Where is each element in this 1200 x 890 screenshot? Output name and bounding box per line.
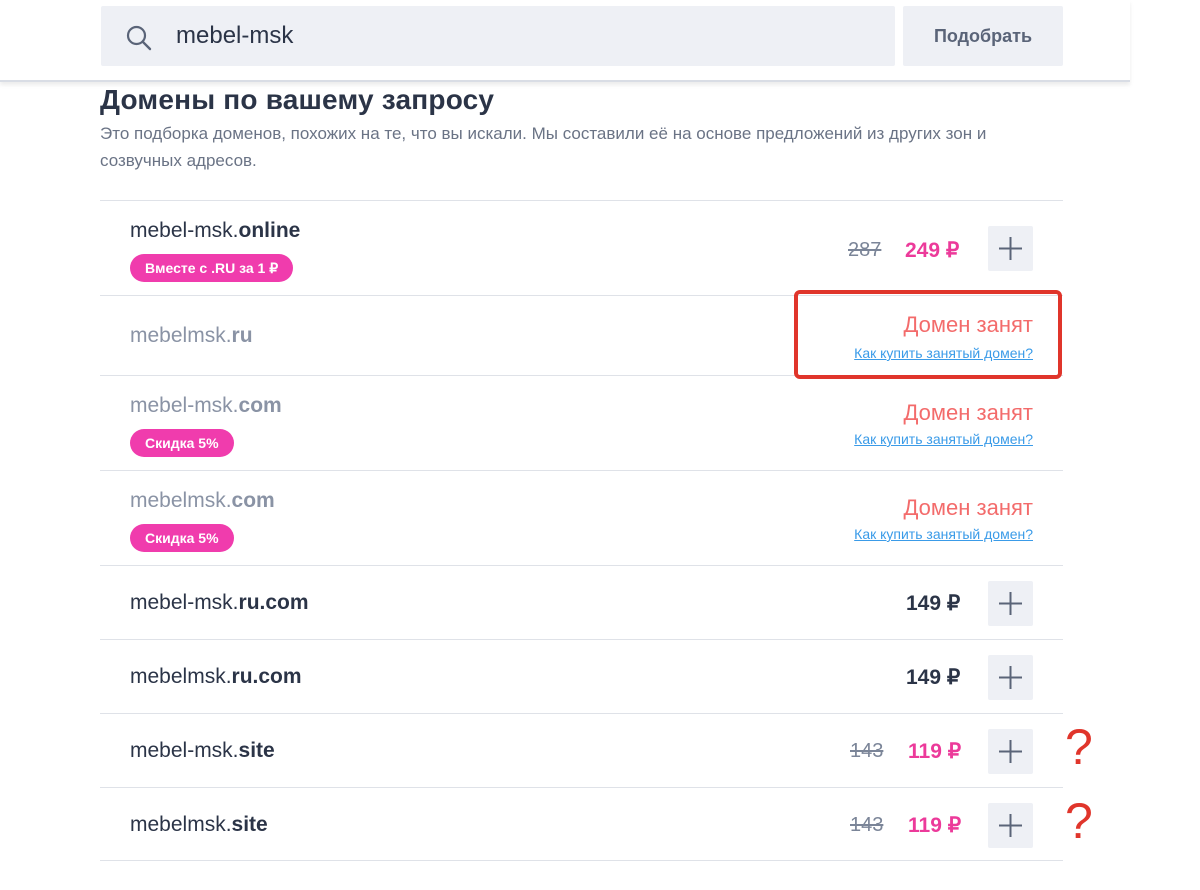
add-to-cart-button[interactable] <box>988 655 1033 700</box>
discount-badge: Скидка 5% <box>130 524 234 552</box>
old-price: 143 <box>850 814 884 836</box>
domain-row: mebel-msk.online Вместе с .RU за 1 ₽ 287… <box>100 200 1063 295</box>
old-price: 143 <box>850 740 884 762</box>
price: 249 ₽ <box>905 239 960 262</box>
domain-name: mebel-msk.ru.com <box>130 591 309 614</box>
add-to-cart-button[interactable] <box>988 226 1033 271</box>
domain-row: mebel-msk.site 143 119 ₽ <box>100 713 1063 787</box>
domain-row: mebelmsk.ru.com 149 ₽ <box>100 639 1063 713</box>
question-mark-annotation: ? <box>1065 793 1093 849</box>
pick-button[interactable]: Подобрать <box>903 6 1063 66</box>
plus-icon <box>999 740 1022 763</box>
price: 119 ₽ <box>908 814 962 837</box>
plus-icon <box>999 592 1022 615</box>
domain-name: mebel-msk.site <box>130 739 275 762</box>
domain-name: mebelmsk.com <box>130 489 275 512</box>
search-input[interactable] <box>176 6 876 66</box>
how-to-buy-link[interactable]: Как купить занятый домен? <box>854 526 1033 542</box>
highlight-box <box>794 290 1062 379</box>
domain-row: mebelmsk.com Скидка 5% Домен занят Как к… <box>100 470 1063 565</box>
domain-row: mebelmsk.site 143 119 ₽ <box>100 787 1063 861</box>
domain-name: mebelmsk.site <box>130 813 268 836</box>
search-box[interactable] <box>101 6 895 66</box>
domain-taken-label: Домен занят <box>903 400 1033 425</box>
domain-name: mebelmsk.ru.com <box>130 665 302 688</box>
domain-row: mebel-msk.ru.com 149 ₽ <box>100 565 1063 639</box>
plus-icon <box>999 814 1022 837</box>
search-bar: Подобрать <box>0 0 1130 82</box>
domain-name: mebel-msk.online <box>130 219 301 242</box>
domain-name: mebelmsk.ru <box>130 324 253 347</box>
search-icon <box>126 25 152 51</box>
price: 119 ₽ <box>908 740 962 763</box>
page-subtitle: Это подборка доменов, похожих на те, что… <box>100 124 987 170</box>
price: 149 ₽ <box>906 592 961 615</box>
domain-taken-label: Домен занят <box>903 495 1033 520</box>
how-to-buy-link[interactable]: Как купить занятый домен? <box>854 431 1033 447</box>
domain-row: mebel-msk.com Скидка 5% Домен занят Как … <box>100 375 1063 470</box>
add-to-cart-button[interactable] <box>988 803 1033 848</box>
plus-icon <box>999 666 1022 689</box>
domain-name: mebel-msk.com <box>130 394 282 417</box>
question-mark-annotation: ? <box>1065 719 1093 775</box>
price: 149 ₽ <box>906 666 961 689</box>
page-title: Домены по вашему запросу <box>100 84 495 115</box>
old-price: 287 <box>848 239 882 261</box>
promo-badge: Вместе с .RU за 1 ₽ <box>130 254 294 282</box>
plus-icon <box>999 237 1022 260</box>
add-to-cart-button[interactable] <box>988 729 1033 774</box>
add-to-cart-button[interactable] <box>988 581 1033 626</box>
discount-badge: Скидка 5% <box>130 429 234 457</box>
